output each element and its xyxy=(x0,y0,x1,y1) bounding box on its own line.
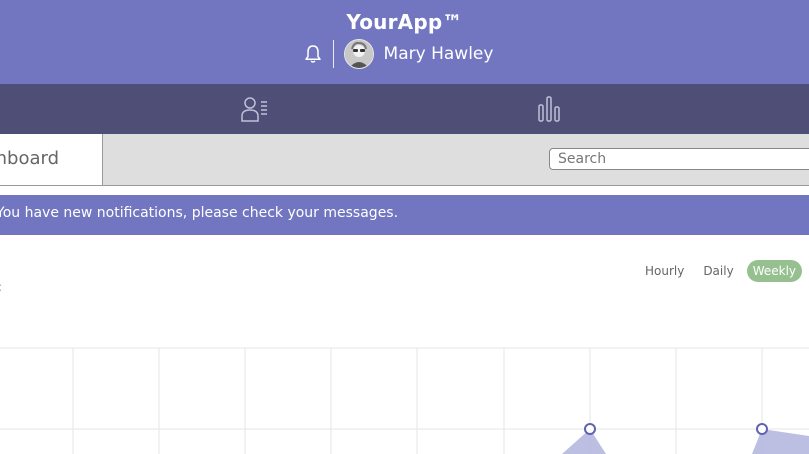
chart-title-fragment: : xyxy=(0,280,2,294)
tab-dashboard[interactable]: Dashboard xyxy=(0,134,103,185)
user-list-icon[interactable] xyxy=(241,96,269,122)
user-bar: Mary Hawley xyxy=(0,38,809,70)
series-area-1 xyxy=(562,429,606,454)
avatar-image xyxy=(344,40,373,68)
header-divider xyxy=(332,40,334,68)
activity-chart xyxy=(0,330,809,454)
bar-chart-icon[interactable] xyxy=(538,96,560,122)
chart-grid xyxy=(0,347,809,454)
tab-dashboard-label: Dashboard xyxy=(0,148,59,169)
activity-chart-svg xyxy=(0,347,809,454)
range-hourly-button[interactable]: Hourly xyxy=(639,260,690,282)
data-point[interactable] xyxy=(584,423,596,435)
notification-banner: You have new notifications, please check… xyxy=(0,195,809,235)
main-nav xyxy=(0,84,809,134)
notification-text: You have new notifications, please check… xyxy=(0,205,399,221)
data-point[interactable] xyxy=(756,423,768,435)
search-input[interactable] xyxy=(549,148,809,170)
time-range-selector: Hourly Daily Weekly xyxy=(632,260,802,282)
range-daily-button[interactable]: Daily xyxy=(697,260,739,282)
app-title: YourApp™ xyxy=(346,10,463,34)
range-weekly-button[interactable]: Weekly xyxy=(746,260,802,282)
bell-icon[interactable] xyxy=(304,44,322,64)
user-name[interactable]: Mary Hawley xyxy=(384,44,494,64)
app-header: YourApp™ Mary Hawley xyxy=(0,0,809,84)
tab-bar: Dashboard xyxy=(0,134,809,186)
user-avatar[interactable] xyxy=(343,39,374,69)
